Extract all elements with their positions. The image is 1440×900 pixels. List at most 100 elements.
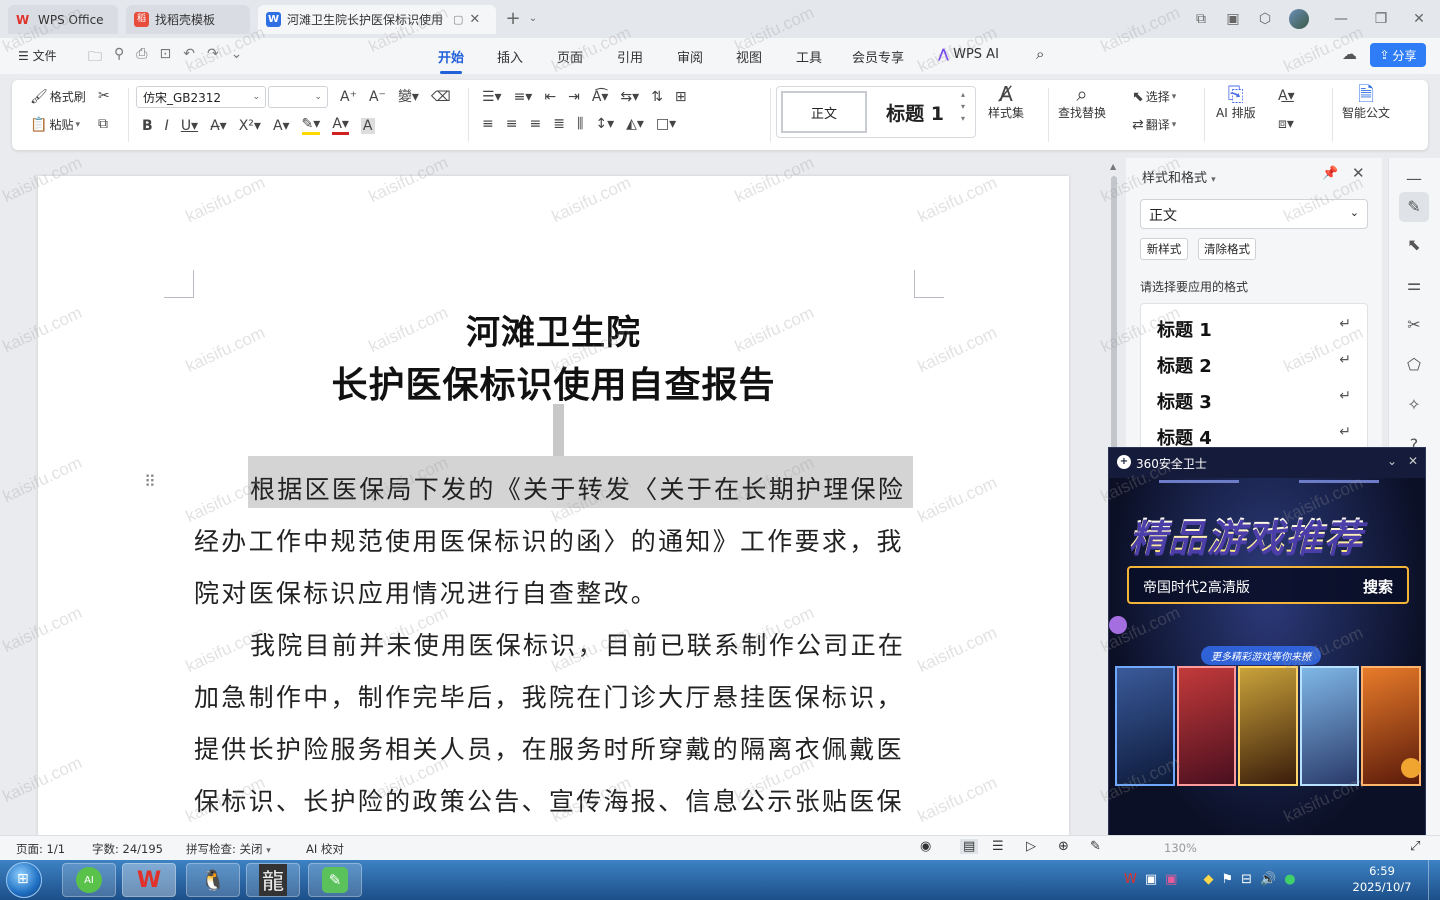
new-tab-icon[interactable]: + (502, 8, 524, 30)
minimize-icon[interactable]: — (1330, 8, 1352, 30)
show-desktop-button[interactable] (1428, 860, 1440, 900)
shapes-button[interactable]: ⧈▾ (1278, 116, 1294, 132)
taskbar-dragon-app[interactable]: 龍 (246, 863, 300, 897)
chinese-layout-icon[interactable]: A͡▾ (592, 89, 609, 105)
link-icon[interactable]: ⚲ (114, 46, 124, 70)
select-arrow-icon[interactable]: ⬉ (1399, 230, 1429, 260)
taskbar-qq[interactable]: 🐧 (186, 863, 240, 897)
page-view-icon[interactable]: ▤ (960, 839, 979, 854)
ad-close-icon[interactable]: ✕ (1408, 454, 1418, 468)
tray-shield-icon[interactable]: ◆ (1203, 872, 1213, 887)
outline-view-icon[interactable]: ☰ (992, 839, 1004, 854)
line-spacing-icon[interactable]: ↕▾ (595, 116, 614, 132)
underline-icon[interactable]: U▾ (181, 118, 198, 134)
tray-volume-icon[interactable]: 🔊 (1260, 872, 1276, 887)
doc-title-line1[interactable]: 河滩卫生院 (38, 305, 1069, 354)
paragraph-line[interactable]: 院对医保标识应用情况进行自查整改。 (194, 574, 658, 610)
window-icon[interactable]: ▣ (1222, 8, 1244, 30)
format-painter-button[interactable]: 🖌 格式刷 (30, 88, 86, 105)
tab-review[interactable]: 审阅 (677, 47, 703, 66)
pane-close-icon[interactable]: ✕ (1352, 164, 1365, 182)
game-card[interactable] (1176, 666, 1237, 786)
search-icon[interactable]: ⌕ (1036, 45, 1044, 63)
avatar[interactable] (1289, 9, 1309, 29)
clock[interactable]: 6:59 2025/10/7 (1352, 863, 1412, 895)
sort-icon[interactable]: ⇅ (651, 89, 663, 105)
bullet-list-icon[interactable]: ☰▾ (482, 89, 502, 105)
tab-tools[interactable]: 工具 (796, 47, 822, 66)
new-style-button[interactable]: 新样式 (1140, 238, 1188, 260)
bold-icon[interactable]: B (142, 118, 153, 134)
tab-home[interactable]: 开始 (438, 47, 464, 74)
eraser-icon[interactable]: ⌫ (431, 89, 451, 105)
tab-close-icon[interactable]: ✕ (469, 12, 480, 27)
tab-document[interactable]: W 河滩卫生院长护医保标识使用 ▢ ✕ (258, 5, 496, 34)
paragraph-line[interactable]: 提供长护险服务相关人员，在服务时所穿戴的隔离衣佩戴医 (194, 730, 904, 766)
maximize-icon[interactable]: ❐ (1370, 8, 1392, 30)
tab-float-icon[interactable]: ▢ (453, 13, 463, 26)
tray-flag-icon[interactable]: ⚑ (1221, 872, 1233, 887)
find-replace-button[interactable]: ⌕ 查找替换 (1058, 84, 1106, 121)
paragraph-line[interactable]: 经办工作中规范使用医保标识的函〉的通知》工作要求，我 (194, 522, 904, 558)
scroll-up-icon[interactable]: ▲ (1110, 162, 1116, 171)
highlight-icon[interactable]: ✎▾ (301, 116, 321, 135)
undo-icon[interactable]: ↶ (183, 46, 195, 70)
ad-game-cards[interactable] (1115, 666, 1421, 786)
tab-reference[interactable]: 引用 (617, 47, 643, 66)
game-card[interactable] (1238, 666, 1298, 786)
current-style-select[interactable]: 正文 ⌄ (1140, 199, 1368, 229)
tray-app-icon[interactable]: ▣ (1145, 872, 1157, 887)
distribute-icon[interactable]: ⫼ (577, 116, 583, 132)
redo-icon[interactable]: ↷ (207, 46, 219, 70)
tray-network-icon[interactable]: ⊟ (1241, 872, 1252, 887)
style-list-item[interactable]: 标题 1 (1157, 316, 1212, 342)
ad-search-box[interactable]: 帝国时代2高清版 搜索 (1127, 566, 1409, 604)
text-effect-icon[interactable]: A▾ (273, 118, 290, 134)
tab-wps-office[interactable]: W WPS Office (8, 5, 118, 34)
tab-list-chevron-icon[interactable]: ⌄ (522, 8, 544, 30)
tab-page[interactable]: 页面 (557, 47, 583, 66)
text-direction-icon[interactable]: ⇆▾ (620, 89, 639, 105)
tray-wps-icon[interactable]: W (1124, 872, 1137, 887)
grow-font-icon[interactable]: A⁺ (340, 89, 357, 105)
tab-member[interactable]: 会员专享 (852, 47, 904, 66)
zoom-level[interactable]: 130% (1164, 841, 1197, 855)
font-size-select[interactable]: ⌄ (268, 86, 328, 108)
paragraph-line[interactable]: 我院目前并未使用医保标识，目前已联系制作公司正在 (250, 626, 905, 662)
superscript-icon[interactable]: X²▾ (239, 118, 261, 134)
paste-button[interactable]: 📋 粘贴 ▾ (30, 116, 80, 133)
box-icon[interactable]: ⬡ (1254, 8, 1276, 30)
game-card[interactable] (1299, 666, 1360, 786)
word-count[interactable]: 字数: 24/195 (92, 841, 163, 857)
sparkle-icon[interactable]: ✧ (1399, 390, 1429, 420)
web-view-icon[interactable]: ⊕ (1058, 839, 1069, 854)
decrease-indent-icon[interactable]: ⇤ (544, 89, 556, 105)
show-marks-icon[interactable]: ⊞ (675, 89, 687, 105)
align-right-icon[interactable]: ≡ (529, 116, 541, 132)
collapse-icon[interactable]: — (1399, 164, 1429, 194)
translate-button[interactable]: ⇄ 翻译 ▾ (1132, 116, 1176, 133)
increase-indent-icon[interactable]: ⇥ (568, 89, 580, 105)
play-icon[interactable]: ▷ (1026, 839, 1036, 854)
share-button[interactable]: ⇪ 分享 (1370, 43, 1426, 67)
paragraph-line[interactable]: 加急制作中，制作完毕后，我院在门诊大厅悬挂医保标识， (194, 678, 904, 714)
eye-icon[interactable]: ◉ (920, 839, 931, 854)
align-left-icon[interactable]: ≡ (482, 116, 494, 132)
adjust-icon[interactable]: ⚌ (1399, 270, 1429, 300)
page-indicator[interactable]: 页面: 1/1 (16, 841, 65, 857)
italic-icon[interactable]: I (165, 118, 169, 134)
tab-insert[interactable]: 插入 (497, 47, 523, 66)
smart-doc-button[interactable]: 🗎 智能公文 (1342, 84, 1390, 121)
justify-icon[interactable]: ≣ (553, 116, 565, 132)
save-icon[interactable]: 🗀 (88, 46, 102, 70)
window-close-icon[interactable]: ✕ (1408, 8, 1430, 30)
ai-layout-button[interactable]: ⎘ AI 排版 (1216, 84, 1256, 121)
tray-app-icon[interactable]: ▣ (1165, 872, 1177, 887)
strikethrough-icon[interactable]: A̶▾ (210, 118, 227, 134)
tray-green-icon[interactable]: ● (1284, 872, 1295, 887)
shape-icon[interactable]: ⬠ (1399, 350, 1429, 380)
pen-icon[interactable]: ✎ (1399, 192, 1429, 222)
doc-title-line2[interactable]: 长护医保标识使用自查报告 (38, 356, 1069, 408)
style-list-item[interactable]: 标题 3 (1157, 388, 1212, 414)
drag-handle-icon[interactable]: ⠿ (144, 472, 156, 491)
